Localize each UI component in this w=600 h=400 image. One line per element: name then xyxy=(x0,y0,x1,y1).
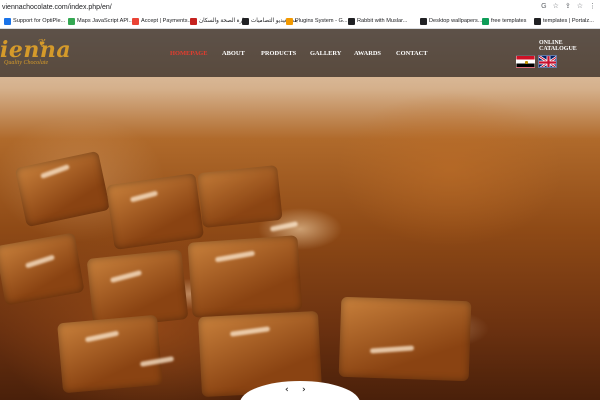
google-lens-icon[interactable]: G xyxy=(541,2,546,12)
site-navbar: ❦ ienna Quality Chocolate HOMEPAGE ABOUT P… xyxy=(0,29,600,77)
bookmark-label: templates | Portalz... xyxy=(543,18,594,24)
bookmark-favicon-icon xyxy=(534,17,541,25)
bookmark-item[interactable]: free templates xyxy=(478,17,530,25)
address-bar[interactable]: viennachocolate.com/index.php/en/ G ☆ ⇪ … xyxy=(0,0,600,14)
bookmark-item[interactable]: Rabbit with Muslar... xyxy=(344,17,411,25)
bookmark-label: Maps JavaScript API... xyxy=(77,18,134,24)
bookmark-star-icon[interactable]: ☆ xyxy=(577,2,583,12)
url-text[interactable]: viennachocolate.com/index.php/en/ xyxy=(0,4,112,11)
bookmark-favicon-icon xyxy=(4,17,11,25)
bookmark-item[interactable]: Plugins System - G... xyxy=(282,17,352,25)
hero-chocolate-image xyxy=(0,29,600,400)
bookmarks-bar: Support for OptiPle... Maps JavaScript AP… xyxy=(0,14,600,29)
bookmark-favicon-icon xyxy=(348,17,355,25)
uk-flag-icon[interactable] xyxy=(538,55,557,68)
vienna-logo[interactable]: ❦ ienna Quality Chocolate xyxy=(0,37,71,66)
bookmark-label: Support for OptiPle... xyxy=(13,18,66,24)
union-jack-icon xyxy=(539,56,556,67)
menu-item-about[interactable]: ABOUT xyxy=(222,50,245,57)
bookmark-favicon-icon xyxy=(286,17,293,25)
menu-item-gallery[interactable]: GALLERY xyxy=(310,50,341,57)
bookmark-item[interactable]: Maps JavaScript API... xyxy=(64,17,137,25)
share-icon[interactable]: ⇪ xyxy=(565,2,571,12)
menu-icon[interactable]: ⋮ xyxy=(589,2,596,12)
bookmark-favicon-icon xyxy=(420,17,427,25)
bookmark-favicon-icon xyxy=(132,17,139,25)
bookmark-favicon-icon xyxy=(242,17,249,25)
bookmark-item[interactable]: templates | Portalz... xyxy=(530,17,598,25)
logo-flourish-icon: ❦ xyxy=(38,38,47,49)
chocolate-piece xyxy=(0,232,85,306)
chocolate-piece xyxy=(187,235,303,318)
bookmark-item[interactable]: Desktop wallpapers... xyxy=(416,17,486,25)
bookmark-label: free templates xyxy=(491,18,527,24)
slider-prev-button[interactable]: ‹ xyxy=(285,385,289,395)
bookmark-favicon-icon xyxy=(68,17,75,25)
bookmark-label: Accept | Payments... xyxy=(141,18,193,24)
menu-item-contact[interactable]: CONTACT xyxy=(396,50,427,57)
bookmark-label: Desktop wallpapers... xyxy=(429,18,483,24)
chocolate-piece xyxy=(57,314,163,394)
menu-item-products[interactable]: PRODUCTS xyxy=(261,50,296,57)
online-catalogue-link[interactable]: ONLINE CATALOGUE xyxy=(539,40,600,52)
slider-next-button[interactable]: › xyxy=(302,385,306,395)
website: ❦ ienna Quality Chocolate HOMEPAGE ABOUT P… xyxy=(0,29,600,400)
menu-item-homepage[interactable]: HOMEPAGE xyxy=(170,50,208,57)
egypt-flag-icon[interactable] xyxy=(516,55,535,68)
bookmark-label: Plugins System - G... xyxy=(295,18,348,24)
bookmark-label: Rabbit with Muslar... xyxy=(357,18,408,24)
chocolate-piece xyxy=(197,164,283,229)
zoom-icon[interactable]: ☆ xyxy=(553,2,559,12)
chocolate-piece xyxy=(338,296,472,382)
language-switcher xyxy=(516,55,557,68)
menu-item-awards[interactable]: AWARDS xyxy=(354,50,381,57)
bookmark-favicon-icon xyxy=(482,17,489,25)
chocolate-piece xyxy=(14,150,111,228)
bookmark-item[interactable]: Support for OptiPle... xyxy=(0,17,69,25)
highlight xyxy=(269,221,299,232)
address-bar-actions: G ☆ ⇪ ☆ ⋮ xyxy=(541,2,596,12)
chocolate-piece xyxy=(105,173,205,250)
bookmark-favicon-icon xyxy=(190,17,197,25)
